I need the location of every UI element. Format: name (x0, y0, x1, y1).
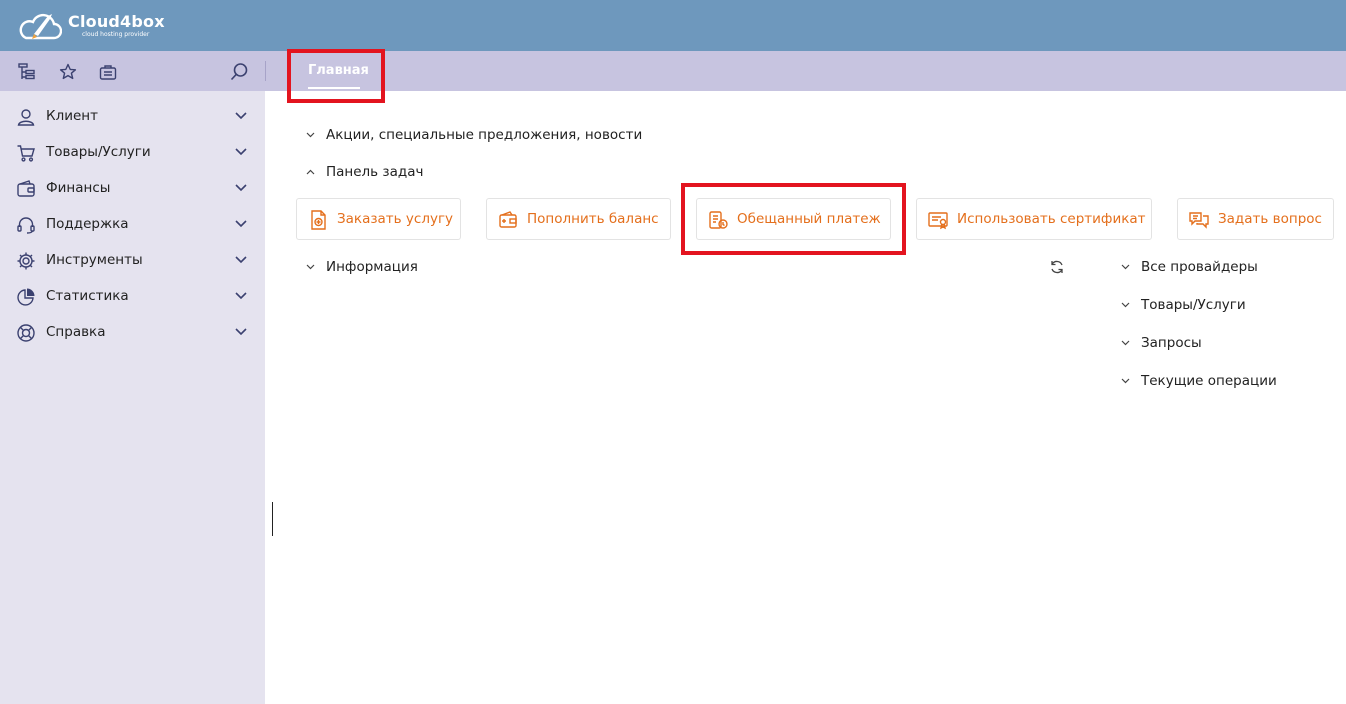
briefcase-icon[interactable] (98, 62, 118, 82)
tree-icon[interactable] (17, 62, 37, 82)
ask-question-button[interactable]: Задать вопрос (1177, 198, 1334, 240)
sidebar-item-help[interactable]: Справка (0, 315, 265, 351)
refresh-icon[interactable] (1049, 259, 1065, 275)
headset-icon (17, 217, 35, 234)
panel-label: Все провайдеры (1141, 259, 1258, 275)
cloud-rocket-logo-icon (19, 13, 62, 40)
brand-title: Cloud4box (68, 12, 165, 31)
certificate-icon (928, 212, 948, 230)
section-news-label: Акции, специальные предложения, новости (326, 127, 643, 143)
chevron-down-icon (235, 220, 247, 228)
logo[interactable]: Cloud4box cloud hosting provider (18, 10, 165, 42)
lifebuoy-icon (17, 324, 35, 342)
sidebar-item-support[interactable]: Поддержка (0, 207, 265, 243)
sidebar-item-client[interactable]: Клиент (0, 99, 265, 135)
top-bar: Cloud4box cloud hosting provider (0, 0, 1346, 51)
chevron-down-icon (1121, 302, 1130, 308)
user-icon (17, 109, 35, 126)
star-icon[interactable] (58, 62, 78, 82)
chevron-down-icon (235, 184, 247, 192)
search-icon[interactable] (229, 62, 249, 82)
use-certificate-button[interactable]: Использовать сертификат (916, 198, 1152, 240)
chat-icon (1189, 212, 1209, 229)
chevron-down-icon (1121, 378, 1130, 384)
section-info-label: Информация (326, 259, 418, 275)
chevron-up-icon (306, 169, 315, 175)
panel-label: Товары/Услуги (1141, 297, 1246, 313)
toolbar-separator (265, 61, 266, 81)
chevron-down-icon (235, 328, 247, 336)
chevron-down-icon (235, 292, 247, 300)
action-label: Пополнить баланс (527, 211, 659, 227)
panel-label: Запросы (1141, 335, 1202, 351)
promised-payment-button[interactable]: Обещанный платеж (696, 198, 891, 240)
action-label: Задать вопрос (1218, 211, 1322, 227)
sidebar-item-finance[interactable]: Финансы (0, 171, 265, 207)
sidebar-item-label: Финансы (46, 180, 111, 196)
sidebar-item-label: Поддержка (46, 216, 129, 232)
section-tasks-label: Панель задач (326, 164, 424, 180)
chevron-down-icon (1121, 340, 1130, 346)
panel-label: Текущие операции (1141, 373, 1277, 389)
order-doc-icon (311, 210, 326, 230)
action-label: Использовать сертификат (957, 211, 1146, 227)
sidebar-item-statistics[interactable]: Статистика (0, 279, 265, 315)
toolbar: Главная (0, 51, 1346, 91)
sidebar-item-label: Статистика (46, 288, 129, 304)
text-cursor (272, 502, 273, 536)
highlight-box-tab (287, 49, 385, 103)
promised-payment-icon (709, 211, 728, 229)
wallet-add-icon (499, 211, 517, 228)
brand-subtitle: cloud hosting provider (82, 31, 150, 38)
chevron-down-icon (306, 264, 315, 270)
sidebar-item-label: Справка (46, 324, 106, 340)
chevron-down-icon (235, 148, 247, 156)
order-service-button[interactable]: Заказать услугу (296, 198, 461, 240)
chevron-down-icon (235, 112, 247, 120)
gear-icon (17, 252, 35, 270)
wallet-icon (17, 180, 35, 197)
chevron-down-icon (306, 132, 315, 138)
sidebar-item-label: Инструменты (46, 252, 143, 268)
chevron-down-icon (235, 256, 247, 264)
top-up-balance-button[interactable]: Пополнить баланс (486, 198, 671, 240)
sidebar-item-label: Товары/Услуги (46, 144, 151, 160)
cart-icon (17, 145, 35, 162)
action-label: Обещанный платеж (737, 211, 881, 227)
action-label: Заказать услугу (337, 211, 454, 227)
sidebar-item-tools[interactable]: Инструменты (0, 243, 265, 279)
sidebar: Клиент Товары/Услуги Финансы Поддержка И… (0, 91, 265, 704)
chevron-down-icon (1121, 264, 1130, 270)
sidebar-item-label: Клиент (46, 108, 98, 124)
pie-chart-icon (17, 288, 35, 306)
sidebar-item-goods-services[interactable]: Товары/Услуги (0, 135, 265, 171)
